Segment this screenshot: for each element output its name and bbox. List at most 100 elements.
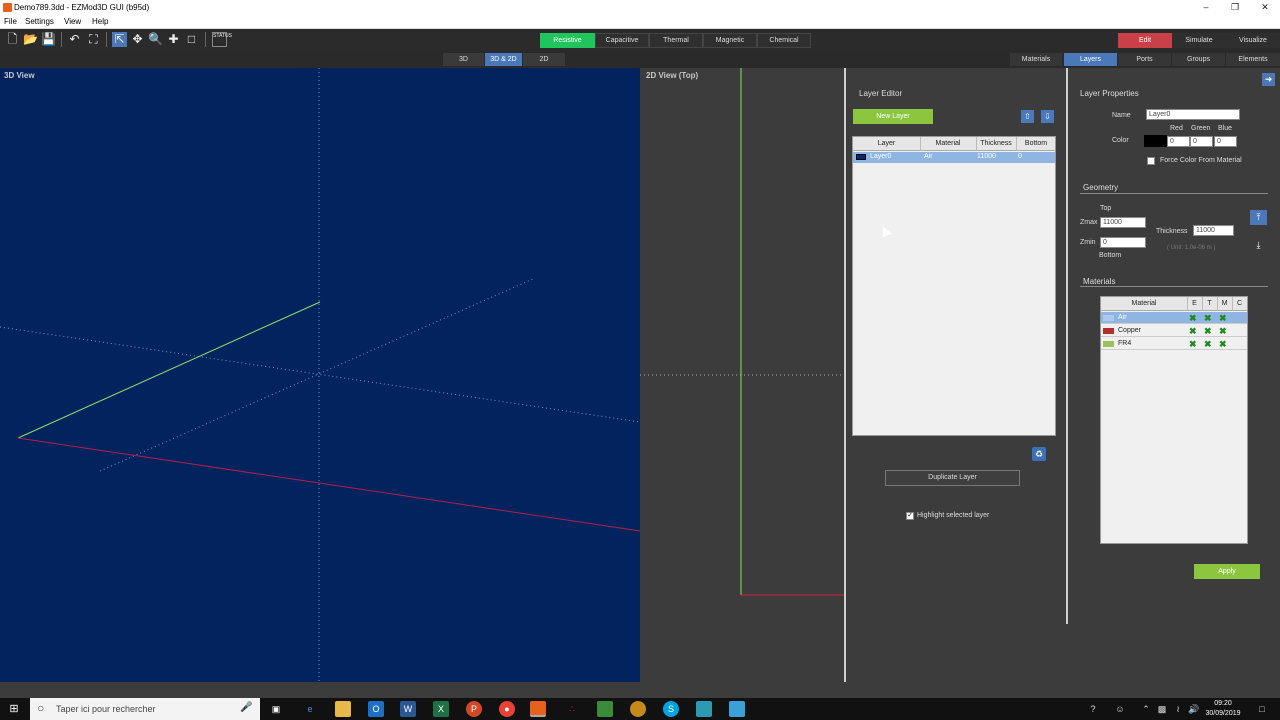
undo-icon[interactable]: ↶ (67, 32, 82, 47)
status-icon[interactable]: STATUS (212, 32, 232, 47)
table-row[interactable]: Layer0 Air 11000 0 (853, 152, 1055, 163)
tab-elements[interactable]: Elements (1226, 53, 1280, 66)
mode-simulate-button[interactable]: Simulate (1172, 33, 1226, 48)
chrome-icon[interactable]: ● (499, 701, 515, 717)
thickness-field[interactable]: 11000 (1193, 225, 1234, 236)
select-icon[interactable]: ⇱ (112, 32, 127, 47)
tab-ports[interactable]: Ports (1118, 53, 1171, 66)
app-icon[interactable] (597, 701, 613, 717)
tab-groups[interactable]: Groups (1172, 53, 1225, 66)
add-point-icon[interactable]: ✚ (166, 32, 181, 47)
fit-view-icon[interactable]: ⛶ (86, 32, 101, 47)
excel-icon[interactable]: X (433, 701, 449, 717)
col-m[interactable]: M (1217, 300, 1232, 307)
col-t[interactable]: T (1202, 300, 1217, 307)
duplicate-layer-button[interactable]: Duplicate Layer (885, 470, 1020, 486)
microphone-icon[interactable]: 🎤 (240, 702, 252, 713)
view-2d[interactable]: 2D View (Top) (640, 68, 846, 682)
menu-settings[interactable]: Settings (25, 17, 54, 26)
tab-materials[interactable]: Materials (1010, 53, 1062, 66)
zmin-label: Zmin (1080, 239, 1096, 246)
network-icon[interactable]: ▩ (1154, 701, 1170, 717)
restore-icon[interactable]: ❐ (1225, 1, 1245, 14)
edge-browser-icon[interactable]: e (302, 701, 318, 717)
enabled-x-icon: ✖ (1204, 326, 1212, 336)
minimize-icon[interactable]: – (1196, 1, 1216, 14)
clock[interactable]: 09:20 30/09/2019 (1198, 699, 1248, 719)
enabled-x-icon: ✖ (1189, 313, 1197, 323)
zmax-field[interactable]: 11000 (1100, 217, 1146, 228)
save-icon[interactable]: 💾 (41, 32, 56, 47)
table-row[interactable]: Copper ✖ ✖ ✖ (1101, 325, 1247, 337)
view-2d-button[interactable]: 2D (523, 53, 565, 66)
view-3d[interactable]: 3D View (0, 68, 640, 682)
tab-layers[interactable]: Layers (1064, 53, 1117, 66)
color-swatch[interactable] (1144, 135, 1167, 147)
new-file-icon[interactable]: 🗋 (5, 32, 20, 47)
force-color-checkbox[interactable] (1147, 157, 1155, 165)
mode-visualize-button[interactable]: Visualize (1226, 33, 1280, 48)
taskbar-search[interactable]: ○ Taper ici pour rechercher 🎤 (30, 698, 260, 720)
green-field[interactable]: 0 (1190, 136, 1213, 147)
move-layer-down-icon[interactable]: ⇩ (1041, 110, 1054, 123)
table-row[interactable]: FR4 ✖ ✖ ✖ (1101, 338, 1247, 350)
move-layer-up-icon[interactable]: ⇧ (1021, 110, 1034, 123)
close-icon[interactable]: ✕ (1255, 1, 1275, 14)
col-c[interactable]: C (1232, 300, 1247, 307)
app-icon[interactable] (630, 701, 646, 717)
col-layer[interactable]: Layer (853, 140, 920, 147)
table-row[interactable]: Air ✖ ✖ ✖ (1101, 312, 1247, 324)
wifi-icon[interactable]: ≀ (1170, 701, 1186, 717)
chevron-up-icon[interactable]: ⌃ (1138, 701, 1154, 717)
menu-help[interactable]: Help (92, 17, 108, 26)
zmin-field[interactable]: 0 (1100, 237, 1146, 248)
physics-capacitive-button[interactable]: Capacitive (595, 33, 649, 48)
notifications-icon[interactable]: □ (1254, 701, 1270, 717)
expand-panel-icon[interactable]: ➜ (1262, 73, 1275, 86)
col-bottom[interactable]: Bottom (1016, 140, 1056, 147)
menu-file[interactable]: File (4, 17, 17, 26)
blue-label: Blue (1218, 125, 1233, 132)
col-material[interactable]: Material (920, 140, 976, 147)
col-material[interactable]: Material (1101, 300, 1187, 307)
layer-name-field[interactable]: Layer0 (1146, 109, 1240, 120)
app-icon[interactable] (729, 701, 745, 717)
red-field[interactable]: 0 (1167, 136, 1190, 147)
mode-edit-button[interactable]: Edit (1118, 33, 1172, 48)
windows-start-icon[interactable]: ⊞ (6, 701, 22, 717)
physics-resistive-button[interactable]: Resistive (540, 33, 595, 48)
apply-button[interactable]: Apply (1194, 564, 1260, 579)
select-box-icon[interactable]: □ (184, 32, 199, 47)
file-explorer-icon[interactable] (335, 701, 351, 717)
physics-thermal-button[interactable]: Thermal (649, 33, 703, 48)
people-icon[interactable]: ☺ (1112, 701, 1128, 717)
zoom-icon[interactable]: 🔍 (148, 32, 163, 47)
pan-icon[interactable]: ✥ (130, 32, 145, 47)
physics-chemical-button[interactable]: Chemical (757, 33, 811, 48)
menu-view[interactable]: View (64, 17, 81, 26)
col-e[interactable]: E (1187, 300, 1202, 307)
outlook-icon[interactable]: O (368, 701, 384, 717)
layer-editor-panel: Layer Editor New Layer ⇧ ⇩ Layer Materia… (848, 68, 1066, 682)
task-view-icon[interactable]: ▣ (268, 701, 284, 717)
powerpoint-icon[interactable]: P (466, 701, 482, 717)
app-icon[interactable]: ∴ (564, 701, 580, 717)
ezmod3d-app-icon[interactable] (530, 701, 546, 717)
open-folder-icon[interactable]: 📂 (23, 32, 38, 47)
align-top-icon[interactable]: ⤒ (1250, 210, 1267, 225)
blue-field[interactable]: 0 (1214, 136, 1237, 147)
view-3d-button[interactable]: 3D (443, 53, 484, 66)
physics-magnetic-button[interactable]: Magnetic (703, 33, 757, 48)
new-layer-button[interactable]: New Layer (853, 109, 933, 124)
col-thickness[interactable]: Thickness (976, 140, 1016, 147)
help-icon[interactable]: ? (1085, 701, 1101, 717)
view-3d2d-button[interactable]: 3D & 2D (485, 53, 522, 66)
align-bottom-icon[interactable]: ⤓ (1250, 238, 1267, 253)
layer-editor-title: Layer Editor (859, 89, 903, 98)
delete-layer-icon[interactable]: ♻ (1032, 447, 1046, 461)
skype-icon[interactable]: S (663, 701, 679, 717)
app-icon[interactable] (696, 701, 712, 717)
word-icon[interactable]: W (400, 701, 416, 717)
material-name: Copper (1118, 327, 1141, 334)
highlight-checkbox[interactable]: ✓ (906, 512, 914, 520)
